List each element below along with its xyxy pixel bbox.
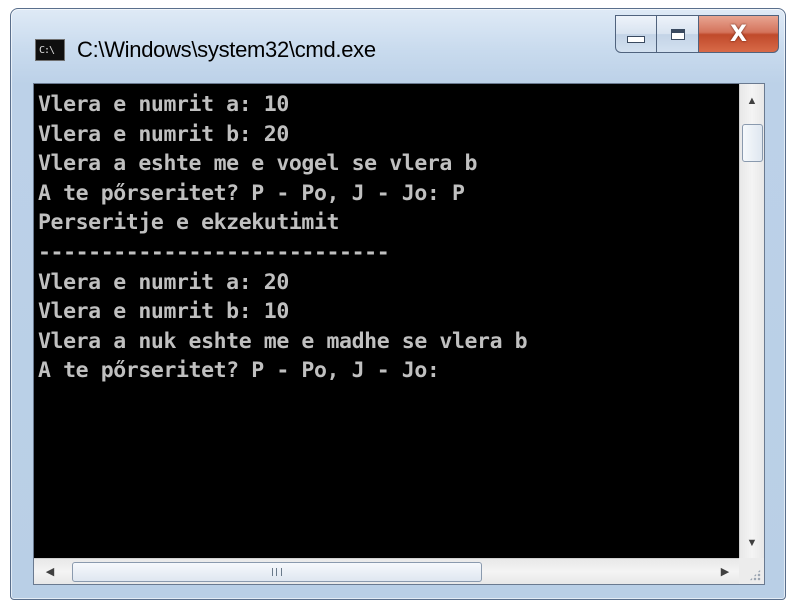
console-line: A te pőrseritet? P - Po, J - Jo: P (38, 180, 465, 206)
maximize-icon (670, 28, 685, 40)
minimize-button[interactable] (615, 15, 657, 53)
console-line: Vlera e numrit b: 20 (38, 121, 289, 147)
console-line: Vlera e numrit a: 20 (38, 269, 289, 295)
caption-buttons: X (615, 15, 779, 53)
vertical-scrollbar[interactable]: ▲ ▼ (739, 84, 764, 558)
console-client-area: Vlera e numrit a: 10 Vlera e numrit b: 2… (33, 83, 765, 585)
console-line: ---------------------------- (38, 239, 390, 265)
console-line: Perseritje e ekzekutimit (38, 210, 340, 236)
cmd-window: C:\ C:\Windows\system32\cmd.exe X Vlera … (10, 8, 786, 600)
window-title: C:\Windows\system32\cmd.exe (77, 37, 376, 62)
maximize-button[interactable] (657, 15, 699, 53)
scrollbar-corner (739, 558, 764, 584)
title-bar[interactable]: C:\ C:\Windows\system32\cmd.exe X (11, 9, 785, 75)
console-line: Vlera a eshte me e vogel se vlera b (38, 151, 478, 177)
cmd-app-icon[interactable]: C:\ (35, 39, 65, 61)
console-line: A te pőrseritet? P - Po, J - Jo: (38, 358, 440, 384)
console-line: Vlera e numrit b: 10 (38, 299, 289, 325)
minimize-icon (627, 35, 645, 43)
vertical-scroll-thumb[interactable] (742, 124, 763, 162)
console-line: Vlera a nuk eshte me e madhe se vlera b (38, 328, 528, 354)
console-output[interactable]: Vlera e numrit a: 10 Vlera e numrit b: 2… (34, 84, 739, 558)
horizontal-scroll-thumb[interactable] (72, 562, 482, 582)
scroll-right-arrow-icon[interactable]: ▶ (713, 559, 737, 584)
close-button[interactable]: X (699, 15, 779, 53)
grip-icon (272, 568, 282, 576)
horizontal-scrollbar[interactable]: ◀ ▶ (34, 558, 739, 584)
scroll-up-arrow-icon[interactable]: ▲ (740, 90, 764, 112)
scroll-down-arrow-icon[interactable]: ▼ (740, 532, 764, 554)
console-line: Vlera e numrit a: 10 (38, 92, 289, 117)
close-icon: X (730, 21, 747, 47)
resize-grip-icon[interactable] (749, 569, 761, 581)
scroll-left-arrow-icon[interactable]: ◀ (38, 559, 62, 584)
